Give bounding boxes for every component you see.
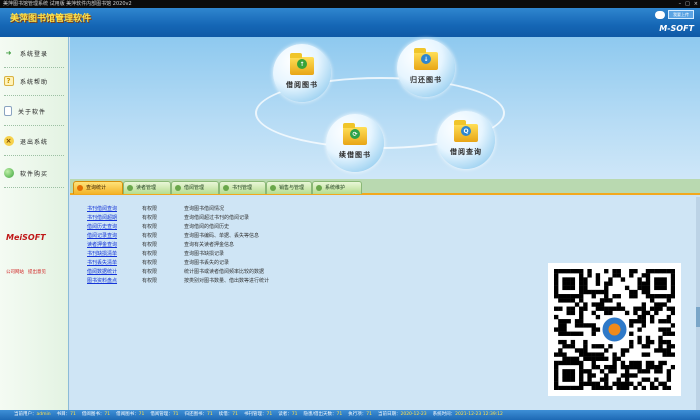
quick-actions-panel: ↑ 借阅图书 ↓ 归还图书 ⟳ 续借图书 Q 借阅查询 bbox=[70, 37, 700, 179]
refresh-icon: ⟳ bbox=[350, 129, 360, 139]
status-returned: 归还图书：71 bbox=[184, 412, 213, 417]
window-titlebar: 美萍图书馆管理系统 试用版 美萍软件内部图书馆 2020v2 – □ × bbox=[0, 0, 700, 8]
scrollbar[interactable] bbox=[696, 197, 700, 410]
tab-system-maint[interactable]: 系统维护 bbox=[312, 181, 362, 194]
function-link[interactable]: 借阅历史查询 bbox=[87, 223, 117, 231]
description-text: 查询图书丢失的记录 bbox=[184, 260, 230, 266]
function-link[interactable]: 图书资料盘点 bbox=[87, 277, 117, 285]
tab-reader-mgmt[interactable]: 读者管理 bbox=[123, 181, 171, 194]
permission-text: 有权限 bbox=[142, 278, 158, 284]
status-user: 当前用户：admin bbox=[14, 412, 51, 417]
magnifier-icon: Q bbox=[461, 126, 471, 136]
sidebar-item-buy[interactable]: 软件购买 bbox=[4, 163, 64, 183]
description-text: 按类别对图书数量、借出数等进行统计 bbox=[184, 278, 270, 284]
sidebar-item-label: 软件购买 bbox=[20, 170, 49, 178]
status-borrowed: 借阅图书：71 bbox=[81, 412, 111, 417]
question-icon: ? bbox=[4, 76, 14, 86]
borrow-query-button[interactable]: Q 借阅查询 bbox=[437, 111, 495, 169]
function-link[interactable]: 书刊借阅超期 bbox=[87, 214, 117, 222]
door-icon: ➜ bbox=[5, 49, 13, 57]
renew-book-label: 续借图书 bbox=[339, 151, 371, 159]
function-list-panel: 书刊借阅查询 有权限 查询图书借阅情况 书刊借阅超期 有权限 查询借阅超过书刊的… bbox=[70, 197, 700, 410]
permission-text: 有权限 bbox=[142, 242, 158, 248]
description-text: 查询借阅超过书刊的借阅记录 bbox=[184, 215, 250, 221]
permission-text: 有权限 bbox=[142, 251, 158, 257]
permission-text: 有权限 bbox=[142, 224, 158, 230]
tab-sales-mgmt[interactable]: 销售与管理 bbox=[266, 181, 312, 194]
permission-text: 有权限 bbox=[142, 206, 158, 212]
description-text: 查询图书缺损记录 bbox=[184, 251, 225, 257]
description-text: 查询图书借阅情况 bbox=[184, 206, 225, 212]
status-books: 书刊管理：71 bbox=[244, 412, 273, 417]
sidebar-item-login[interactable]: ➜ 系统登录 bbox=[4, 43, 64, 63]
return-book-label: 归还图书 bbox=[410, 76, 442, 84]
status-time: 系统时间：2021-12-23 12:39:12 bbox=[432, 412, 503, 417]
cloud-icon bbox=[655, 10, 665, 19]
app-title: 美萍图书馆管理软件 bbox=[10, 14, 92, 24]
status-borrowed-2: 借阅图书：71 bbox=[116, 412, 145, 417]
description-text: 查询图书编码、单据、丢失等信息 bbox=[184, 233, 260, 239]
function-link[interactable]: 书刊丢失清单 bbox=[87, 259, 117, 267]
upload-button[interactable]: 我要上传 bbox=[668, 10, 694, 19]
sidebar-item-about[interactable]: 关于软件 bbox=[4, 101, 64, 121]
borrow-book-label: 借阅图书 bbox=[286, 81, 318, 89]
sidebar-item-exit[interactable]: × 退出系统 bbox=[4, 131, 64, 151]
document-icon bbox=[4, 106, 12, 116]
status-borrow-mgmt: 借阅管理：71 bbox=[150, 412, 179, 417]
sidebar-item-label: 系统登录 bbox=[20, 50, 49, 58]
borrow-book-button[interactable]: ↑ 借阅图书 bbox=[273, 44, 331, 102]
permission-text: 有权限 bbox=[142, 260, 158, 266]
company-site-link[interactable]: 公司网站 bbox=[6, 269, 24, 275]
permission-text: 有权限 bbox=[142, 215, 158, 221]
permission-text: 有权限 bbox=[142, 269, 158, 275]
function-link[interactable]: 借阅数据统计 bbox=[87, 268, 117, 276]
window-title: 美萍图书馆管理系统 试用版 美萍软件内部图书馆 2020v2 bbox=[3, 1, 132, 7]
status-titles: 书目：71 bbox=[56, 412, 76, 417]
app-header: 美萍图书馆管理软件 我要上传 M-SOFT bbox=[0, 8, 700, 37]
qr-code-image bbox=[554, 269, 675, 390]
status-bar: 当前用户：admin 书目：71 借阅图书：71 借阅图书：71 借阅管理：71… bbox=[0, 410, 700, 420]
sidebar-item-label: 系统帮助 bbox=[20, 78, 49, 86]
return-book-button[interactable]: ↓ 归还图书 bbox=[397, 39, 455, 97]
permission-text: 有权限 bbox=[142, 233, 158, 239]
function-link[interactable]: 书刊缺损清单 bbox=[87, 250, 117, 258]
function-link[interactable]: 借阅记录查询 bbox=[87, 232, 117, 240]
sidebar-item-label: 关于软件 bbox=[18, 108, 47, 116]
description-text: 查询借阅的借阅历史 bbox=[184, 224, 230, 230]
status-tasks: 执行项：71 bbox=[348, 412, 372, 417]
sidebar: ➜ 系统登录 ? 系统帮助 关于软件 × 退出系统 软件购买 MeiSOFT 公… bbox=[0, 37, 69, 410]
status-overdue: 隐患/借出天数：71 bbox=[303, 412, 343, 417]
description-text: 统计图书或读者借阅频率比较的数据 bbox=[184, 269, 265, 275]
sidebar-item-label: 退出系统 bbox=[20, 138, 49, 146]
function-link[interactable]: 读者押金查询 bbox=[87, 241, 117, 249]
brand-logo: M-SOFT bbox=[659, 24, 694, 33]
status-readers: 读者：71 bbox=[278, 412, 298, 417]
scrollbar-thumb[interactable] bbox=[696, 307, 700, 327]
function-link[interactable]: 书刊借阅查询 bbox=[87, 205, 117, 213]
maximize-button[interactable]: □ bbox=[685, 0, 690, 8]
feedback-link[interactable]: 提出意见 bbox=[28, 269, 46, 275]
borrow-query-label: 借阅查询 bbox=[450, 148, 482, 156]
close-button[interactable]: × bbox=[694, 0, 698, 8]
status-date: 当前日期：2020-12-23 bbox=[377, 412, 427, 417]
tab-bar: 查询统计 读者管理 借阅管理 书刊管理 销售与管理 系统维护 bbox=[70, 179, 700, 195]
arrow-up-icon: ↑ bbox=[297, 59, 307, 69]
renew-book-button[interactable]: ⟳ 续借图书 bbox=[326, 114, 384, 172]
description-text: 查询有关读者押金信息 bbox=[184, 242, 235, 248]
status-renewed: 续借：71 bbox=[218, 412, 239, 417]
globe-icon bbox=[4, 168, 14, 178]
sidebar-brand-logo: MeiSOFT bbox=[6, 233, 46, 242]
tab-borrow-mgmt[interactable]: 借阅管理 bbox=[171, 181, 219, 194]
sidebar-item-help[interactable]: ? 系统帮助 bbox=[4, 71, 64, 91]
minimize-button[interactable]: – bbox=[679, 0, 682, 8]
exit-icon: × bbox=[4, 136, 14, 146]
tab-query-stats[interactable]: 查询统计 bbox=[73, 181, 123, 194]
qr-code bbox=[548, 263, 681, 396]
tab-book-mgmt[interactable]: 书刊管理 bbox=[219, 181, 266, 194]
arrow-down-icon: ↓ bbox=[421, 54, 431, 64]
